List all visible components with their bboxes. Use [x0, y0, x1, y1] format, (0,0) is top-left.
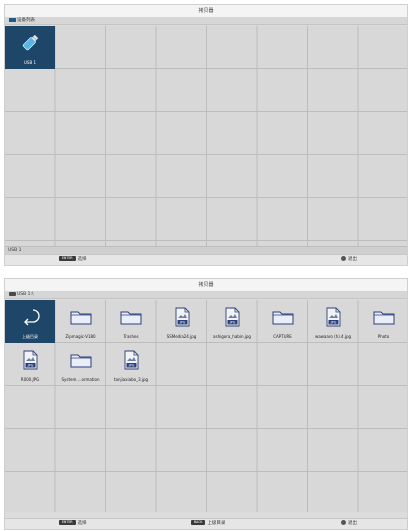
help-exit: 退出 — [341, 255, 357, 265]
item-label: Zipmagic-V180 — [65, 334, 96, 339]
svg-text:JPG: JPG — [178, 321, 185, 325]
folder-item[interactable]: Photo — [359, 300, 409, 343]
svg-text:JPG: JPG — [330, 321, 337, 325]
folder-icon — [372, 307, 396, 327]
exit-key-icon — [341, 256, 346, 261]
jpeg-file-icon: JPG — [321, 307, 345, 327]
svg-text:JPG: JPG — [27, 364, 34, 368]
back-key-icon: BACK — [191, 520, 206, 525]
breadcrumb-label: USB 1:\ — [17, 292, 34, 297]
help-back: BACK 上级目录 — [191, 519, 225, 529]
item-label: Trashes — [123, 334, 139, 339]
file-item[interactable]: JPG R000.JPG — [5, 343, 55, 386]
exit-key-icon — [341, 520, 346, 525]
item-label: wawaaro (h).4.jpg — [314, 334, 352, 339]
item-label: tanjiaxiabo_3.jpg — [113, 377, 149, 382]
item-label: System....ormation — [61, 377, 100, 382]
help-enter-text: 选择 — [77, 257, 87, 262]
usb-stick-icon — [18, 33, 42, 53]
help-enter: ENTER 选择 — [59, 519, 87, 529]
jpeg-file-icon: JPG — [220, 307, 244, 327]
help-enter: ENTER 选择 — [59, 255, 87, 265]
breadcrumb: 设备列表 — [5, 17, 407, 25]
file-item[interactable]: JPG SSMedia24.jpg — [157, 300, 207, 343]
folder-item[interactable]: Zipmagic-V180 — [56, 300, 106, 343]
device-grid: USB 1 — [5, 26, 407, 246]
file-item[interactable]: JPG wawaaro (h).4.jpg — [308, 300, 358, 343]
file-grid: 上级目录 Zipmagic-V180 Trashes JPG SSMedia24.jpg… — [5, 300, 407, 512]
breadcrumb-label: 设备列表 — [17, 18, 35, 23]
return-arrow-icon — [18, 307, 42, 327]
folder-item[interactable]: Trashes — [106, 300, 156, 343]
folder-item[interactable]: CAPTURE — [258, 300, 308, 343]
item-label: 上级目录 — [22, 334, 38, 339]
help-exit-text: 退出 — [348, 521, 357, 526]
svg-text:JPG: JPG — [229, 321, 236, 325]
jpeg-file-icon: JPG — [170, 307, 194, 327]
item-label: Photo — [377, 334, 390, 339]
item-label: CAPTURE — [273, 334, 292, 339]
help-exit-text: 退出 — [348, 257, 357, 262]
folder-path-icon — [9, 291, 16, 296]
folder-icon — [271, 307, 295, 327]
file-item[interactable]: JPG ashigora_habin.jpg — [207, 300, 257, 343]
device-label: USB 1 — [23, 60, 37, 65]
device-list-icon — [9, 17, 16, 22]
help-bar: ENTER 选择 退出 — [5, 254, 407, 265]
item-label: ashigora_habin.jpg — [213, 334, 251, 339]
help-exit: 退出 — [341, 519, 357, 529]
help-bar: ENTER 选择 BACK 上级目录 退出 — [5, 518, 407, 529]
jpeg-file-icon: JPG — [119, 350, 143, 370]
folder-icon — [69, 350, 93, 370]
folder-icon — [119, 307, 143, 327]
device-usb1[interactable]: USB 1 — [5, 26, 55, 69]
item-label: SSMedia24.jpg — [166, 334, 197, 339]
help-enter-text: 选择 — [77, 521, 87, 526]
parent-folder-item[interactable]: 上级目录 — [5, 300, 55, 343]
folder-icon — [69, 307, 93, 327]
jpeg-file-icon: JPG — [18, 350, 42, 370]
svg-text:JPG: JPG — [128, 364, 135, 368]
enter-key-icon: ENTER — [59, 256, 76, 261]
item-label: R000.JPG — [20, 377, 40, 382]
folder-item[interactable]: System....ormation — [56, 343, 106, 386]
device-list-screen: 拷贝器 设备列表 USB 1 USB 1 ENTER 选择 退出 — [4, 4, 408, 266]
status-bar: USB 1 — [5, 246, 407, 254]
file-item[interactable]: JPG tanjiaxiabo_3.jpg — [106, 343, 156, 386]
file-browser-screen: 拷贝器 USB 1:\ 上级目录 Zipmagic-V180 Trashes JPG S… — [4, 278, 408, 530]
enter-key-icon: ENTER — [59, 520, 76, 525]
breadcrumb: USB 1:\ — [5, 291, 407, 299]
help-back-text: 上级目录 — [207, 521, 226, 526]
